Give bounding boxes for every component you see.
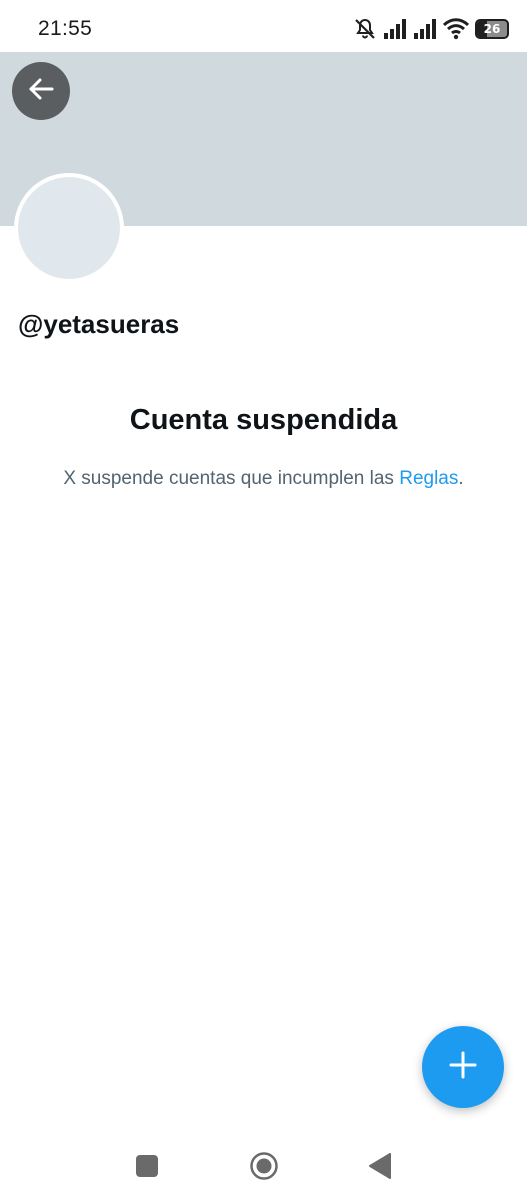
recents-square-icon[interactable]	[136, 1155, 158, 1177]
battery: 26	[475, 19, 509, 39]
battery-icon: 26	[475, 19, 509, 39]
arrow-left-icon	[27, 75, 55, 108]
profile-handle: @yetasueras	[18, 309, 180, 339]
back-button[interactable]	[12, 62, 70, 120]
avatar-placeholder	[18, 177, 120, 279]
suspended-message: X suspende cuentas que incumplen las	[63, 468, 400, 489]
rules-link[interactable]: Reglas	[399, 468, 458, 489]
suspended-title: Cuenta suspendida	[129, 404, 398, 436]
compose-fab-button[interactable]	[422, 1026, 504, 1108]
system-nav-bar	[0, 1130, 527, 1200]
suspended-message-end: .	[458, 468, 464, 489]
signal-icon	[413, 18, 437, 40]
mute-bell-icon	[353, 17, 377, 41]
status-bar: 21:55 26	[0, 0, 527, 52]
back-triangle-icon[interactable]	[368, 1152, 392, 1180]
avatar	[14, 173, 124, 283]
status-time: 21:55	[38, 17, 93, 40]
plus-icon	[448, 1050, 478, 1085]
suspended-description: X suspende cuentas que incumplen las Reg…	[0, 468, 527, 490]
signal-icon	[383, 18, 407, 40]
battery-level: 26	[483, 22, 501, 36]
wifi-icon	[443, 18, 469, 40]
status-icons: 26	[353, 15, 509, 43]
home-circle-icon[interactable]	[249, 1151, 279, 1181]
